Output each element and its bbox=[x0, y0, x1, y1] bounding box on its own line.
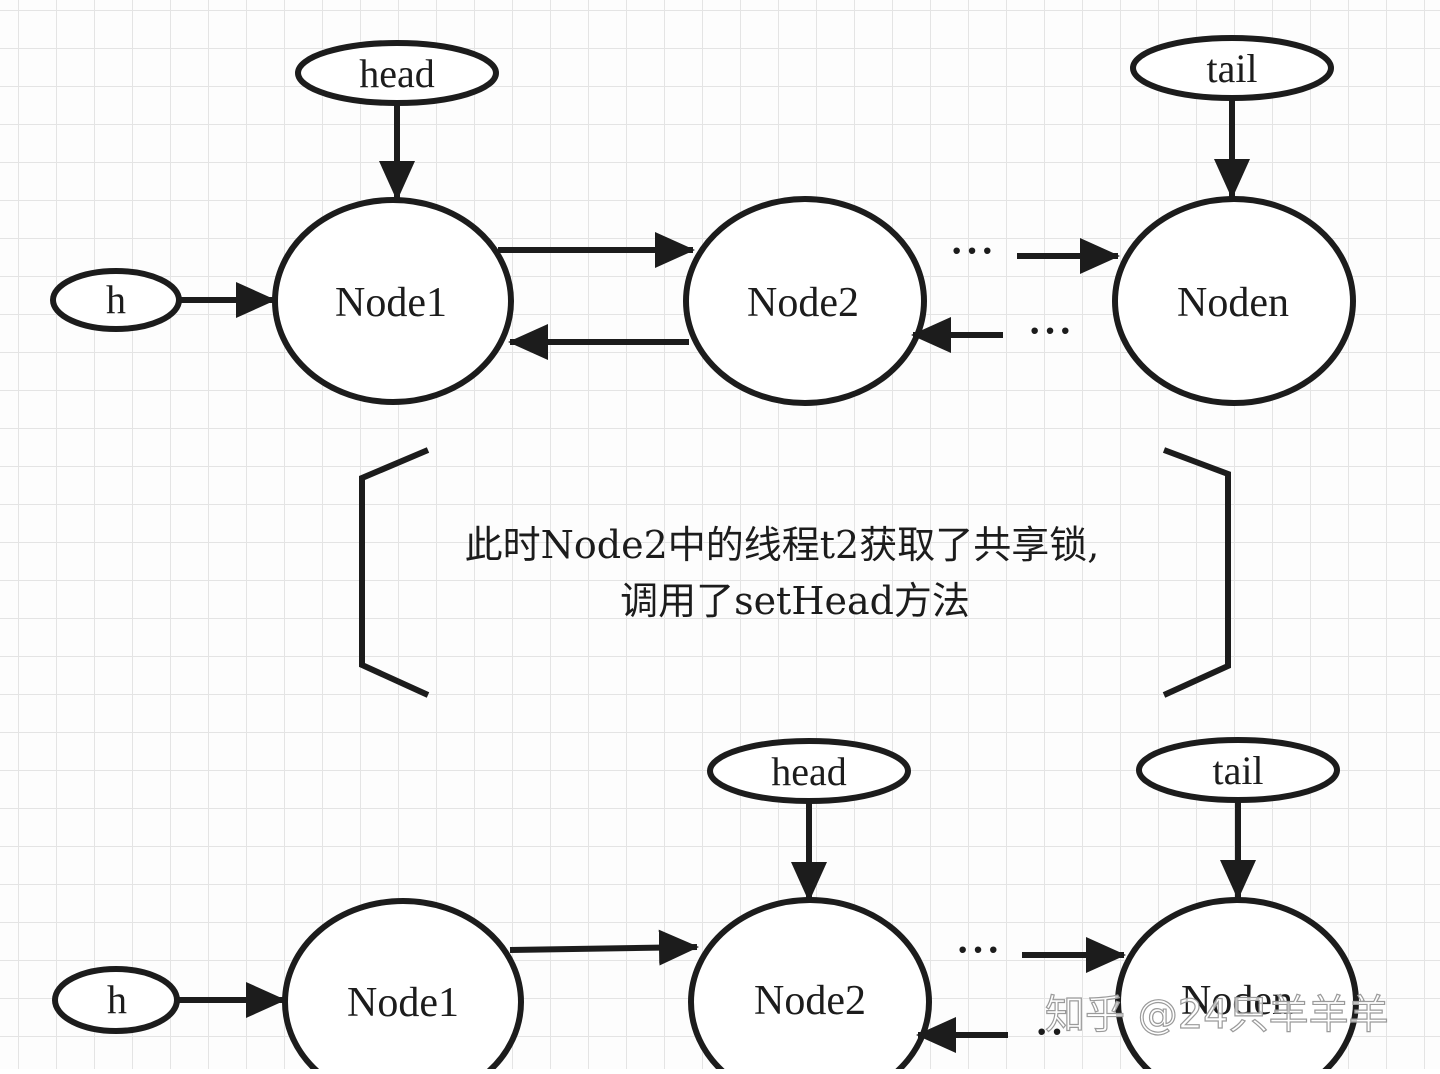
watermark: 知乎 @24只羊羊羊 bbox=[1045, 992, 1389, 1038]
left-bracket bbox=[359, 447, 430, 698]
noden: Noden bbox=[1112, 196, 1356, 406]
noden-label: Noden bbox=[1177, 280, 1289, 326]
node2: Node2 bbox=[683, 196, 927, 406]
bottom-tail-pointer-label: tail bbox=[1212, 748, 1263, 793]
forward-dots: ··· bbox=[950, 228, 996, 273]
note-line1: 此时Node2中的线程t2获取了共享锁, bbox=[465, 523, 1100, 567]
note-bracket: 此时Node2中的线程t2获取了共享锁, 调用了setHead方法 bbox=[359, 447, 1231, 698]
bottom-head-pointer-label: head bbox=[771, 749, 847, 794]
backward-dots: ··· bbox=[1028, 308, 1074, 353]
bottom-node1-next-arrow bbox=[509, 929, 699, 966]
bottom-h-pointer-label: h bbox=[107, 977, 127, 1022]
bottom-head-pointer: head bbox=[707, 738, 911, 902]
bottom-node2: Node2 bbox=[688, 897, 932, 1074]
tail-pointer-label: tail bbox=[1206, 46, 1257, 91]
h-pointer: h bbox=[50, 268, 276, 332]
bottom-node1-label: Node1 bbox=[347, 980, 459, 1026]
bottom-node2-label: Node2 bbox=[754, 978, 866, 1024]
head-pointer: head bbox=[295, 40, 499, 201]
bottom-forward-dots: ··· bbox=[956, 927, 1002, 972]
grid-canvas: head tail h Node1 Node2 Noden ··· ··· 此时… bbox=[0, 0, 1440, 1074]
bottom-noden: Noden bbox=[1115, 897, 1359, 1074]
node2-label: Node2 bbox=[747, 280, 859, 326]
node1: Node1 bbox=[272, 197, 514, 405]
linked-list-diagram: head tail h Node1 Node2 Noden ··· ··· 此时… bbox=[50, 35, 1389, 1074]
node1-label: Node1 bbox=[335, 280, 447, 326]
bottom-h-pointer: h bbox=[52, 966, 286, 1034]
bottom-tail-pointer: tail bbox=[1136, 737, 1340, 900]
head-pointer-label: head bbox=[359, 51, 435, 96]
tail-pointer: tail bbox=[1130, 35, 1334, 199]
note-line2: 调用了setHead方法 bbox=[620, 579, 970, 623]
top-diagram: head tail h Node1 Node2 Noden ··· ··· bbox=[50, 35, 1356, 406]
h-pointer-label: h bbox=[106, 277, 126, 322]
bottom-node1: Node1 bbox=[282, 898, 524, 1074]
right-bracket bbox=[1162, 447, 1231, 698]
